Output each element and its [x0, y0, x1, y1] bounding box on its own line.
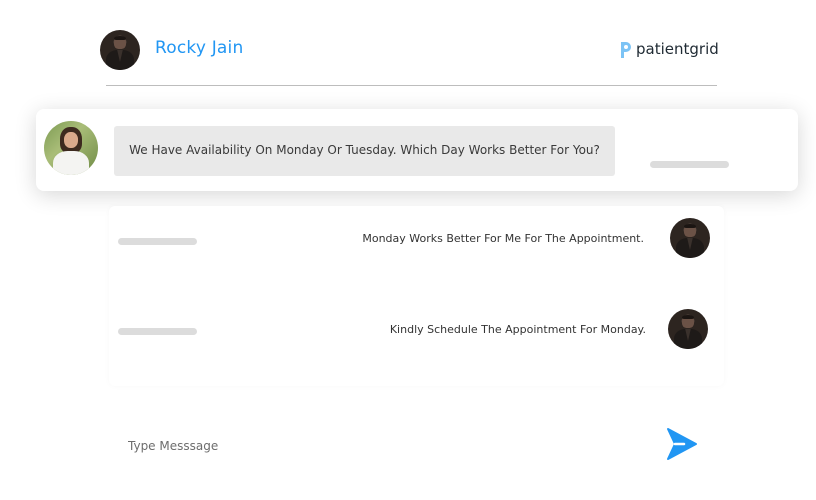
incoming-message-bubble: We Have Availability On Monday Or Tuesda… — [114, 126, 615, 176]
reply-meta-placeholder — [118, 328, 197, 335]
brand-logo: patientgrid — [618, 39, 728, 61]
brand-name: patientgrid — [636, 40, 719, 58]
reply-message-text: Monday Works Better For Me For The Appoi… — [362, 232, 644, 245]
send-arrow-icon — [667, 428, 697, 460]
message-input[interactable] — [126, 435, 630, 457]
patient-avatar — [668, 309, 708, 349]
header-divider — [106, 85, 717, 86]
incoming-message-text: We Have Availability On Monday Or Tuesda… — [129, 143, 600, 157]
patientgrid-logo-icon — [621, 42, 631, 58]
message-meta-placeholder — [650, 161, 729, 168]
doctor-avatar — [44, 121, 98, 175]
contact-name: Rocky Jain — [155, 38, 244, 58]
contact-avatar — [100, 30, 140, 70]
send-button[interactable] — [666, 427, 698, 461]
reply-meta-placeholder — [118, 238, 197, 245]
patient-avatar — [670, 218, 710, 258]
reply-message-text: Kindly Schedule The Appointment For Mond… — [389, 323, 646, 336]
